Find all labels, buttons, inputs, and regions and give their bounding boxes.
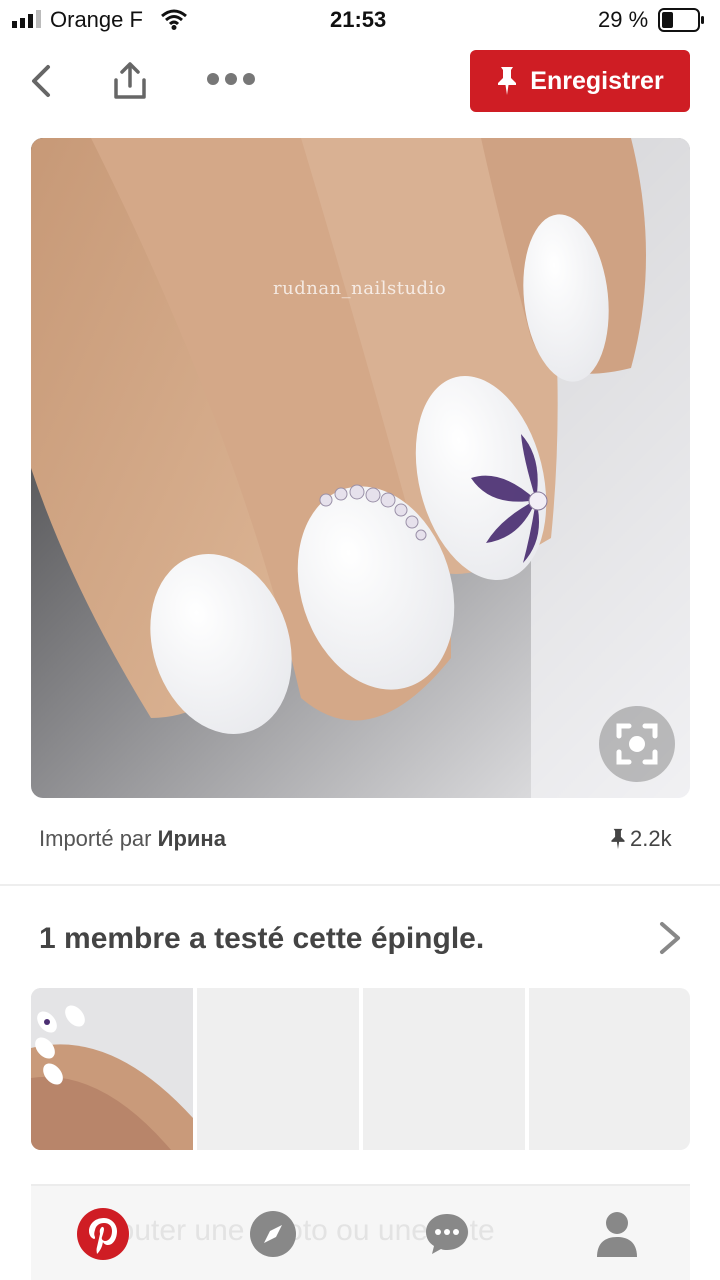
pinterest-home-icon[interactable] xyxy=(75,1206,131,1262)
share-icon[interactable] xyxy=(112,60,148,100)
tried-photo-image xyxy=(31,988,193,1150)
explore-compass-icon[interactable] xyxy=(245,1206,301,1262)
messages-icon[interactable] xyxy=(419,1206,475,1262)
chevron-right-icon[interactable] xyxy=(656,920,684,956)
imported-by: Importé par Ирина xyxy=(39,826,226,852)
imported-by-label: Importé par xyxy=(39,826,152,851)
visual-search-button[interactable] xyxy=(599,706,675,782)
tried-photos xyxy=(31,988,690,1150)
author-name[interactable]: Ирина xyxy=(158,826,226,851)
pin-icon xyxy=(611,828,625,850)
tried-heading[interactable]: 1 membre a testé cette épingle. xyxy=(39,922,484,956)
tried-photo[interactable] xyxy=(31,988,193,1150)
tried-photo-placeholder xyxy=(529,988,690,1150)
carrier-name: Orange F xyxy=(50,7,143,32)
save-count: 2.2k xyxy=(610,826,672,852)
nail-photo xyxy=(31,138,690,798)
clock: 21:53 xyxy=(330,7,387,32)
pin-toolbar: Enregistrer xyxy=(0,48,720,114)
status-bar: Orange F 21:53 29 % xyxy=(0,0,720,40)
image-watermark: rudnan_nailstudio xyxy=(273,278,447,299)
save-button[interactable]: Enregistrer xyxy=(470,50,690,112)
pin-image[interactable]: rudnan_nailstudio xyxy=(31,138,690,798)
bottom-navigation: Ajouter une photo ou une note xyxy=(31,1184,690,1280)
battery-icon xyxy=(658,8,704,32)
wifi-icon xyxy=(161,9,187,30)
pin-icon xyxy=(498,67,517,95)
more-icon[interactable] xyxy=(206,72,256,86)
signal-icon xyxy=(12,10,41,28)
section-divider xyxy=(0,884,720,886)
back-chevron-icon[interactable] xyxy=(28,64,54,98)
save-count-value: 2.2k xyxy=(630,826,672,851)
battery-percent: 29 % xyxy=(598,7,649,32)
tried-photo-placeholder xyxy=(363,988,525,1150)
save-button-label: Enregistrer xyxy=(530,66,664,95)
tried-photo-placeholder xyxy=(197,988,359,1150)
profile-icon[interactable] xyxy=(589,1206,645,1262)
lens-icon xyxy=(616,723,658,765)
